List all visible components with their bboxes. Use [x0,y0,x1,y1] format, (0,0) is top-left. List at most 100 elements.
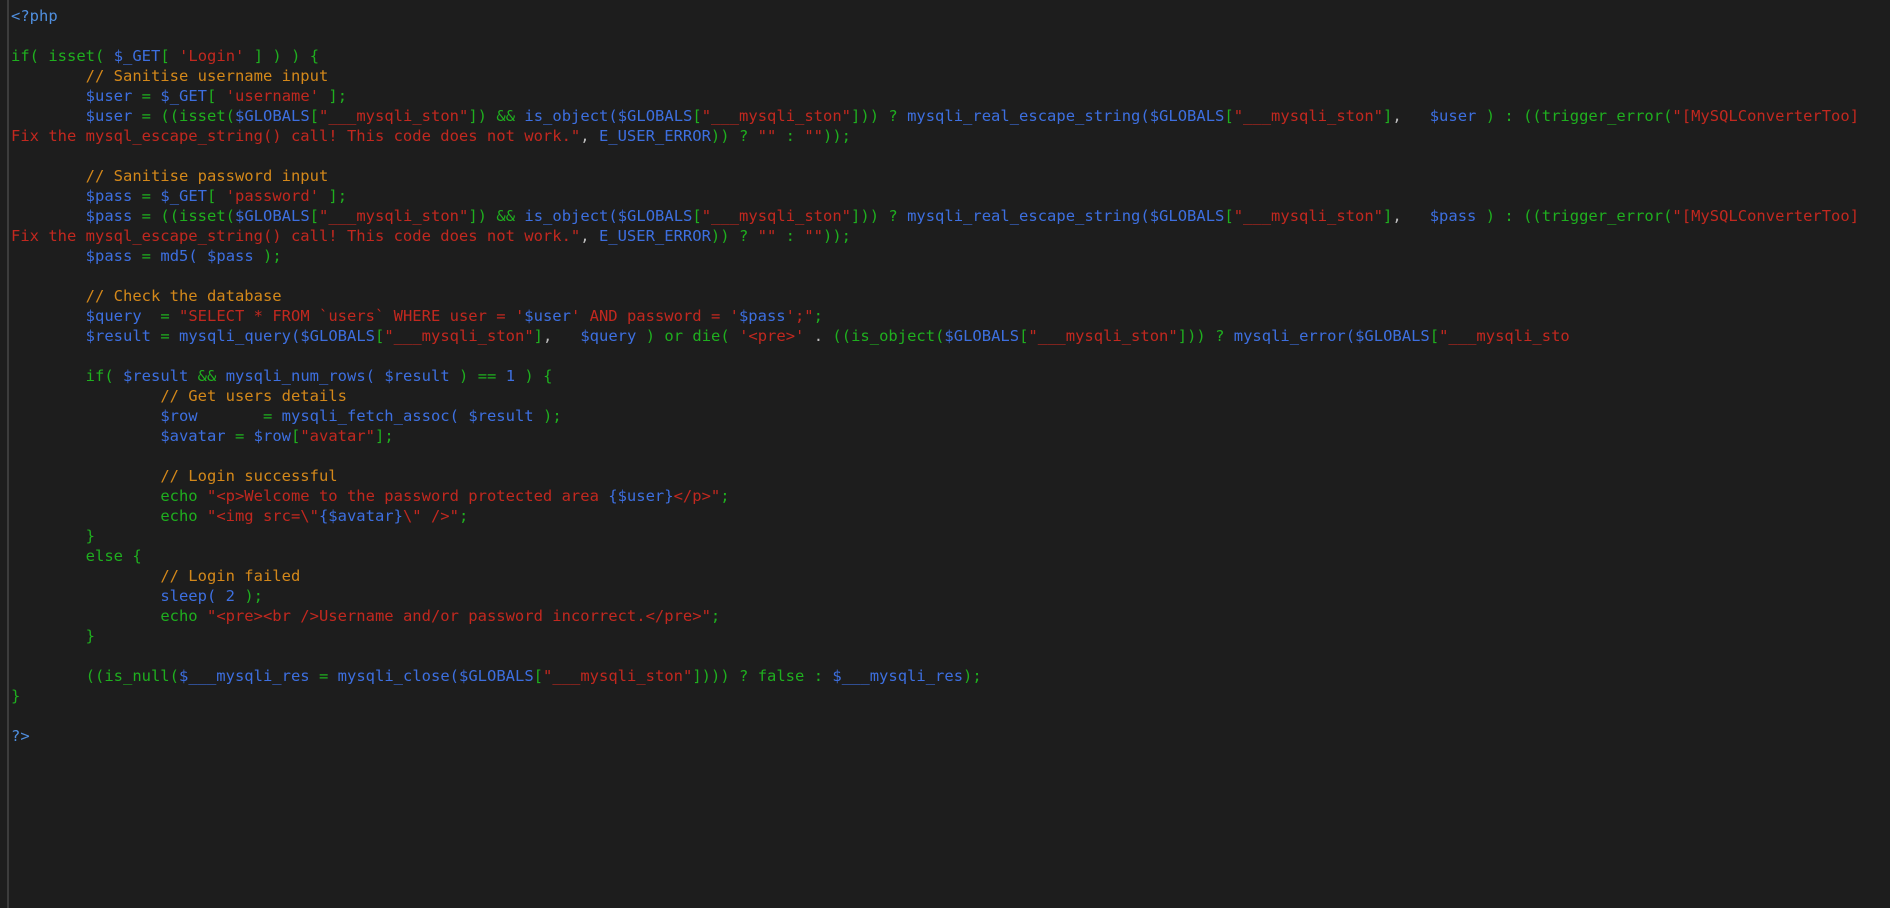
code-token: $pass [85,187,133,205]
code-token: "___mysqli_ston" [1233,107,1384,125]
code-line[interactable]: if( isset( $_GET[ 'Login' ] ) ) { [11,46,1890,66]
code-line[interactable]: ((is_null($___mysqli_res = mysqli_close(… [11,666,1890,686]
code-line[interactable]: $user = $_GET[ 'username' ]; [11,86,1890,106]
code-line[interactable]: $pass = ((isset($GLOBALS["___mysqli_ston… [11,206,1890,246]
code-line[interactable]: echo "<pre><br />Username and/or passwor… [11,606,1890,626]
code-line[interactable] [11,346,1890,366]
code-token: ))) [701,667,730,685]
code-line[interactable] [11,706,1890,726]
code-token: $GLOBALS [617,107,693,125]
code-token: , [1392,207,1402,225]
code-line[interactable] [11,26,1890,46]
code-token: "___mysqli_ston" [319,107,469,125]
code-token: [ [207,87,217,105]
code-token: or [664,327,684,345]
code-token: ) [477,107,488,125]
code-token: $GLOBALS [235,207,310,225]
code-line[interactable]: sleep( 2 ); [11,586,1890,606]
code-content-area[interactable]: <?php if( isset( $_GET[ 'Login' ] ) ) { … [11,6,1890,908]
code-token: ((isset( [160,107,236,125]
code-line[interactable] [11,266,1890,286]
code-token: = [141,247,152,265]
code-token: } [85,527,95,545]
code-token: $___mysqli_res [832,667,964,685]
code-token: ? [738,227,749,245]
code-line[interactable]: // Login failed [11,566,1890,586]
code-line[interactable]: <?php [11,6,1890,26]
code-token: : [813,667,824,685]
code-token: [ [1429,327,1440,345]
code-token: echo [160,487,198,505]
code-line[interactable]: echo "<img src=\"{$avatar}\" />"; [11,506,1890,526]
code-token: is_object( [524,107,618,125]
code-token: ; [337,187,348,205]
code-line[interactable]: ?> [11,726,1890,746]
code-line[interactable] [11,446,1890,466]
code-token: {$avatar} [318,507,403,525]
code-token: $pass [738,307,786,325]
code-token: " [1672,107,1682,125]
code-line[interactable]: } [11,626,1890,646]
code-line[interactable]: else { [11,546,1890,566]
code-line[interactable]: $pass = $_GET[ 'password' ]; [11,186,1890,206]
code-line[interactable]: // Sanitise username input [11,66,1890,86]
code-line[interactable] [11,646,1890,666]
code-line[interactable]: $row = mysqli_fetch_assoc( $result ); [11,406,1890,426]
code-line[interactable]: $pass = md5( $pass ); [11,246,1890,266]
code-token: "___mysqli_ston" [701,107,852,125]
code-token: $result [384,367,450,385]
code-token: $GLOBALS [300,327,375,345]
code-token: ] [851,107,861,125]
code-token: $result [123,367,189,385]
code-token: mysqli_num_rows( [225,367,375,385]
code-token: ] [1177,327,1188,345]
code-token: if( [11,47,39,65]
code-line[interactable]: $user = ((isset($GLOBALS["___mysqli_ston… [11,106,1890,146]
code-line[interactable]: $result = mysqli_query($GLOBALS["___mysq… [11,326,1890,346]
code-token: , [580,127,590,145]
code-line[interactable]: // Check the database [11,286,1890,306]
code-line[interactable]: // Sanitise password input [11,166,1890,186]
code-token: $query [85,307,142,325]
code-line[interactable]: $query = "SELECT * FROM `users` WHERE us… [11,306,1890,326]
code-token: ; [720,487,730,505]
code-token: mysqli_fetch_assoc( [281,407,459,425]
code-line[interactable]: } [11,686,1890,706]
code-line[interactable]: echo "<p>Welcome to the password protect… [11,486,1890,506]
code-token: [ [309,107,320,125]
code-line[interactable]: // Get users details [11,386,1890,406]
code-token: ? [888,107,898,125]
code-token: "___mysqli_ston" [543,667,693,685]
code-line[interactable]: } [11,526,1890,546]
code-line[interactable]: $avatar = $row["avatar"]; [11,426,1890,446]
code-token: = [141,187,152,205]
code-token: $pass [207,247,254,265]
code-token: $_GET [113,47,161,65]
code-line[interactable]: if( $result && mysqli_num_rows( $result … [11,366,1890,386]
code-token: mysqli_error( [1233,327,1356,345]
code-line[interactable]: // Login successful [11,466,1890,486]
code-line[interactable] [11,146,1890,166]
